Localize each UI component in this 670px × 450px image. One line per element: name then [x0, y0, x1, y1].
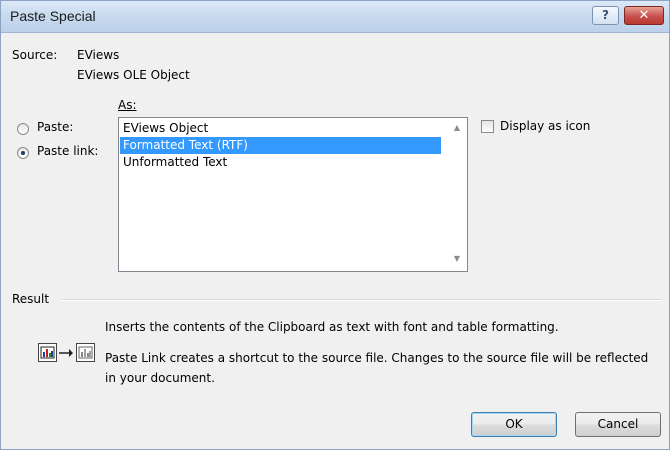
display-as-icon-checkbox[interactable] — [481, 120, 494, 133]
ok-button[interactable]: OK — [471, 412, 557, 437]
paste-radio-label[interactable]: Paste: — [37, 120, 73, 134]
list-item[interactable]: EViews Object — [120, 120, 441, 137]
as-label: As: — [118, 98, 137, 112]
list-item[interactable]: Unformatted Text — [120, 154, 441, 171]
help-button[interactable]: ? — [592, 6, 619, 25]
paste-link-radio-label[interactable]: Paste link: — [37, 144, 98, 158]
result-description: Inserts the contents of the Clipboard as… — [105, 320, 559, 334]
result-link-note-1: Paste Link creates a shortcut to the sou… — [105, 351, 649, 365]
source-chart-icon — [38, 343, 57, 362]
window-title: Paste Special — [10, 8, 96, 24]
scroll-down-arrow-icon[interactable]: ▼ — [450, 252, 464, 266]
paste-radio[interactable] — [17, 123, 29, 135]
format-listbox[interactable]: EViews Object Formatted Text (RTF) Unfor… — [118, 117, 468, 272]
result-label: Result — [12, 292, 50, 306]
source-app: EViews — [77, 48, 120, 62]
source-object: EViews OLE Object — [77, 68, 190, 82]
display-as-icon-label[interactable]: Display as icon — [500, 119, 590, 133]
source-label: Source: — [12, 48, 58, 62]
paste-special-dialog: Paste Special ? ✕ Source: EViews EViews … — [0, 0, 670, 450]
close-button[interactable]: ✕ — [624, 6, 664, 25]
cancel-button[interactable]: Cancel — [575, 412, 661, 437]
result-link-note-2: in your document. — [105, 371, 215, 385]
title-bar[interactable]: Paste Special ? ✕ — [1, 1, 669, 33]
arrow-right-icon — [59, 349, 73, 357]
scroll-up-arrow-icon[interactable]: ▲ — [450, 121, 464, 135]
document-chart-icon — [76, 343, 95, 362]
paste-link-radio[interactable] — [17, 147, 29, 159]
list-item[interactable]: Formatted Text (RTF) — [120, 137, 441, 154]
result-separator — [62, 299, 662, 301]
